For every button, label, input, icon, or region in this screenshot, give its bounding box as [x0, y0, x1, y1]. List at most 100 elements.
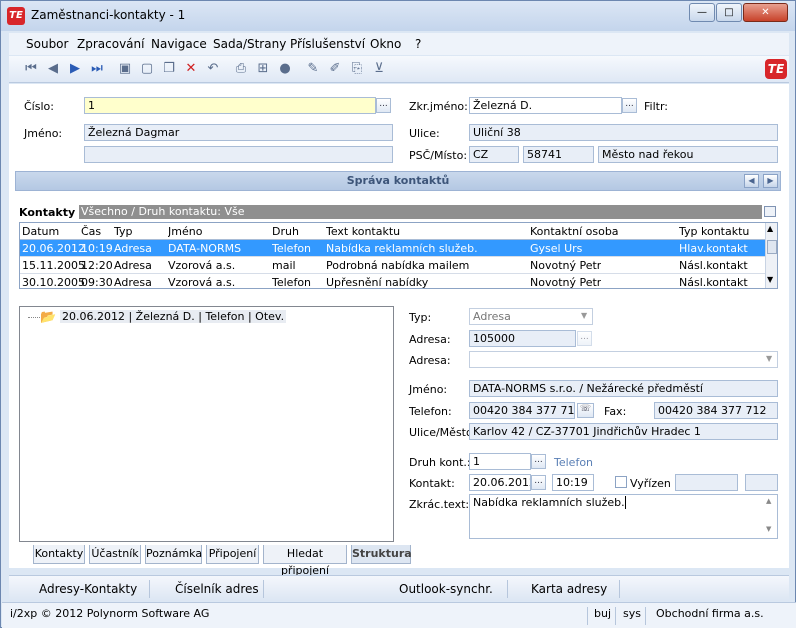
adresa2-select[interactable]: [469, 351, 778, 368]
cislo-lookup-button[interactable]: ...: [376, 98, 391, 113]
kontakt-label: Kontakt:: [409, 477, 455, 490]
last-icon[interactable]: ⏭: [89, 61, 105, 77]
col-typ-kontaktu[interactable]: Typ kontaktu: [679, 225, 749, 238]
psc-field[interactable]: 58741: [523, 146, 594, 163]
zkrac-label: Zkrác.text:: [409, 498, 470, 511]
first-icon[interactable]: ⏮: [23, 61, 39, 77]
cislo-field[interactable]: 1: [84, 97, 376, 114]
menu-navigace[interactable]: Navigace: [151, 37, 207, 51]
menu-okno[interactable]: Okno: [370, 37, 401, 51]
status-firm: Obchodní firma a.s.: [656, 607, 764, 620]
filter-icon[interactable]: ⊻: [371, 61, 387, 77]
scroll-up-icon[interactable]: ▲: [766, 497, 771, 505]
edit-icon[interactable]: ✎: [305, 61, 321, 77]
table-scrollbar[interactable]: ▲ ▼: [765, 223, 777, 288]
col-typ[interactable]: Typ: [114, 225, 133, 238]
menu-zpracovani[interactable]: Zpracování: [77, 37, 144, 51]
druh-field[interactable]: 1: [469, 453, 531, 470]
detail-jmeno-field[interactable]: DATA-NORMS s.r.o. / Nežárecké předměstí: [469, 380, 778, 397]
toolbar: ⏮ ◀ ▶ ⏭ ▣ ▢ ❐ ✕ ↶ ⎙ ⊞ ● ✎ ✐ ⎘ ⊻: [9, 56, 789, 83]
jmeno-field[interactable]: Železná Dagmar: [84, 124, 393, 141]
adresy-kontakty-button[interactable]: Adresy-Kontakty: [39, 582, 137, 596]
status-sys: sys: [623, 607, 641, 620]
kontakt-date-field[interactable]: 20.06.2012: [469, 474, 531, 491]
scroll-down-icon[interactable]: ▼: [766, 525, 771, 533]
zkr-field[interactable]: Železná D.: [469, 97, 622, 114]
ulice-label: Ulice:: [409, 127, 440, 140]
close-button[interactable]: ✕: [743, 3, 788, 22]
cell-text: Upřesnění nabídky: [326, 276, 429, 289]
col-text[interactable]: Text kontaktu: [326, 225, 400, 238]
record-icon[interactable]: ●: [277, 61, 293, 77]
col-jmeno[interactable]: Jméno: [168, 225, 202, 238]
ulice-field[interactable]: Uliční 38: [469, 124, 778, 141]
maximize-button[interactable]: □: [716, 3, 742, 22]
tab-hledat-pripojeni[interactable]: Hledat připojení: [263, 545, 347, 577]
druh-lookup-button[interactable]: ...: [531, 454, 546, 469]
vyrizen-date-field[interactable]: [675, 474, 738, 491]
next-icon[interactable]: ▶: [67, 61, 83, 77]
city-field[interactable]: Město nad řekou: [598, 146, 778, 163]
tab-struktura[interactable]: Struktura: [351, 545, 412, 564]
zkr-lookup-button[interactable]: ...: [622, 98, 637, 113]
kontakt-time-field[interactable]: 10:19: [552, 474, 594, 491]
section-next-button[interactable]: ▶: [763, 174, 778, 188]
table-row[interactable]: 30.10.2005 09:30 Adresa Vzorová a.s. Tel…: [20, 274, 765, 289]
col-datum[interactable]: Datum: [22, 225, 59, 238]
scroll-down-icon[interactable]: ▼: [767, 275, 773, 284]
delete-icon[interactable]: ✕: [183, 61, 199, 77]
fax-field[interactable]: 00420 384 377 712: [654, 402, 778, 419]
col-druh[interactable]: Druh: [272, 225, 299, 238]
title-bar[interactable]: TE Zaměstnanci-kontakty - 1 — □ ✕: [1, 1, 795, 31]
detail-ulice-field[interactable]: Karlov 42 / CZ-37701 Jindřichův Hradec 1: [469, 423, 778, 440]
prev-icon[interactable]: ◀: [45, 61, 61, 77]
scroll-up-icon[interactable]: ▲: [767, 224, 773, 233]
tab-poznamka[interactable]: Poznámka: [145, 545, 202, 564]
cell-typ-kontaktu: Násl.kontakt: [679, 276, 748, 289]
vyrizen-checkbox[interactable]: [615, 476, 627, 488]
country-field[interactable]: CZ: [469, 146, 519, 163]
tree-view[interactable]: 📂 20.06.2012 | Železná D. | Telefon | Ot…: [19, 306, 394, 542]
section-prev-button[interactable]: ◀: [744, 174, 759, 188]
zkrac-textarea[interactable]: Nabídka reklamních služeb.: [469, 494, 778, 539]
print-icon[interactable]: ⎙: [233, 61, 249, 77]
menu-prislusenstvi[interactable]: Příslušenství: [290, 37, 365, 51]
export-icon[interactable]: ⎘: [349, 61, 365, 77]
telefon-field[interactable]: 00420 384 377 711: [469, 402, 575, 419]
tab-kontakty[interactable]: Kontakty: [33, 545, 85, 564]
save-icon[interactable]: ▣: [117, 61, 133, 77]
karta-adresy-button[interactable]: Karta adresy: [531, 582, 607, 596]
col-osoba[interactable]: Kontaktní osoba: [530, 225, 619, 238]
tree-line: [28, 317, 40, 318]
tree-icon[interactable]: ⊞: [255, 61, 271, 77]
date-picker-button[interactable]: ...: [531, 475, 546, 490]
detail-jmeno-label: Jméno:: [409, 383, 448, 396]
table-row[interactable]: 20.06.2012 10:19 Adresa DATA-NORMS Telef…: [20, 240, 765, 257]
copy-icon[interactable]: ❐: [161, 61, 177, 77]
undo-icon[interactable]: ↶: [205, 61, 221, 77]
menu-help[interactable]: ?: [415, 37, 421, 51]
bottom-action-bar: Adresy-Kontakty Číselník adres Outlook-s…: [9, 575, 789, 601]
typ-select[interactable]: Adresa: [469, 308, 593, 325]
outlook-synchr-button[interactable]: Outlook-synchr.: [399, 582, 493, 596]
table-row[interactable]: 15.11.2005 12:20 Adresa Vzorová a.s. mai…: [20, 257, 765, 274]
adresa-lookup-button[interactable]: ...: [577, 331, 592, 346]
menu-sada-strany[interactable]: Sada/Strany: [213, 37, 286, 51]
menu-soubor[interactable]: Soubor: [26, 37, 68, 51]
vyrizen-user-field[interactable]: [745, 474, 778, 491]
edit2-icon[interactable]: ✐: [327, 61, 343, 77]
tab-pripojeni[interactable]: Připojení: [206, 545, 259, 564]
phone-dial-icon[interactable]: ☏: [577, 403, 594, 418]
grid-menu-icon[interactable]: [764, 206, 776, 217]
tree-item[interactable]: 20.06.2012 | Železná D. | Telefon | Otev…: [60, 310, 287, 323]
tab-ucastnik[interactable]: Účastník: [89, 545, 141, 564]
col-cas[interactable]: Čas: [81, 225, 101, 238]
adresa-field[interactable]: 105000: [469, 330, 576, 347]
new-icon[interactable]: ▢: [139, 61, 155, 77]
minimize-button[interactable]: —: [689, 3, 715, 22]
jmeno2-field[interactable]: [84, 146, 393, 163]
chevron-down-icon: ▼: [581, 311, 588, 320]
cell-cas: 12:20: [81, 259, 113, 272]
ciselnik-adres-button[interactable]: Číselník adres: [175, 582, 259, 596]
scroll-thumb[interactable]: [767, 240, 777, 254]
